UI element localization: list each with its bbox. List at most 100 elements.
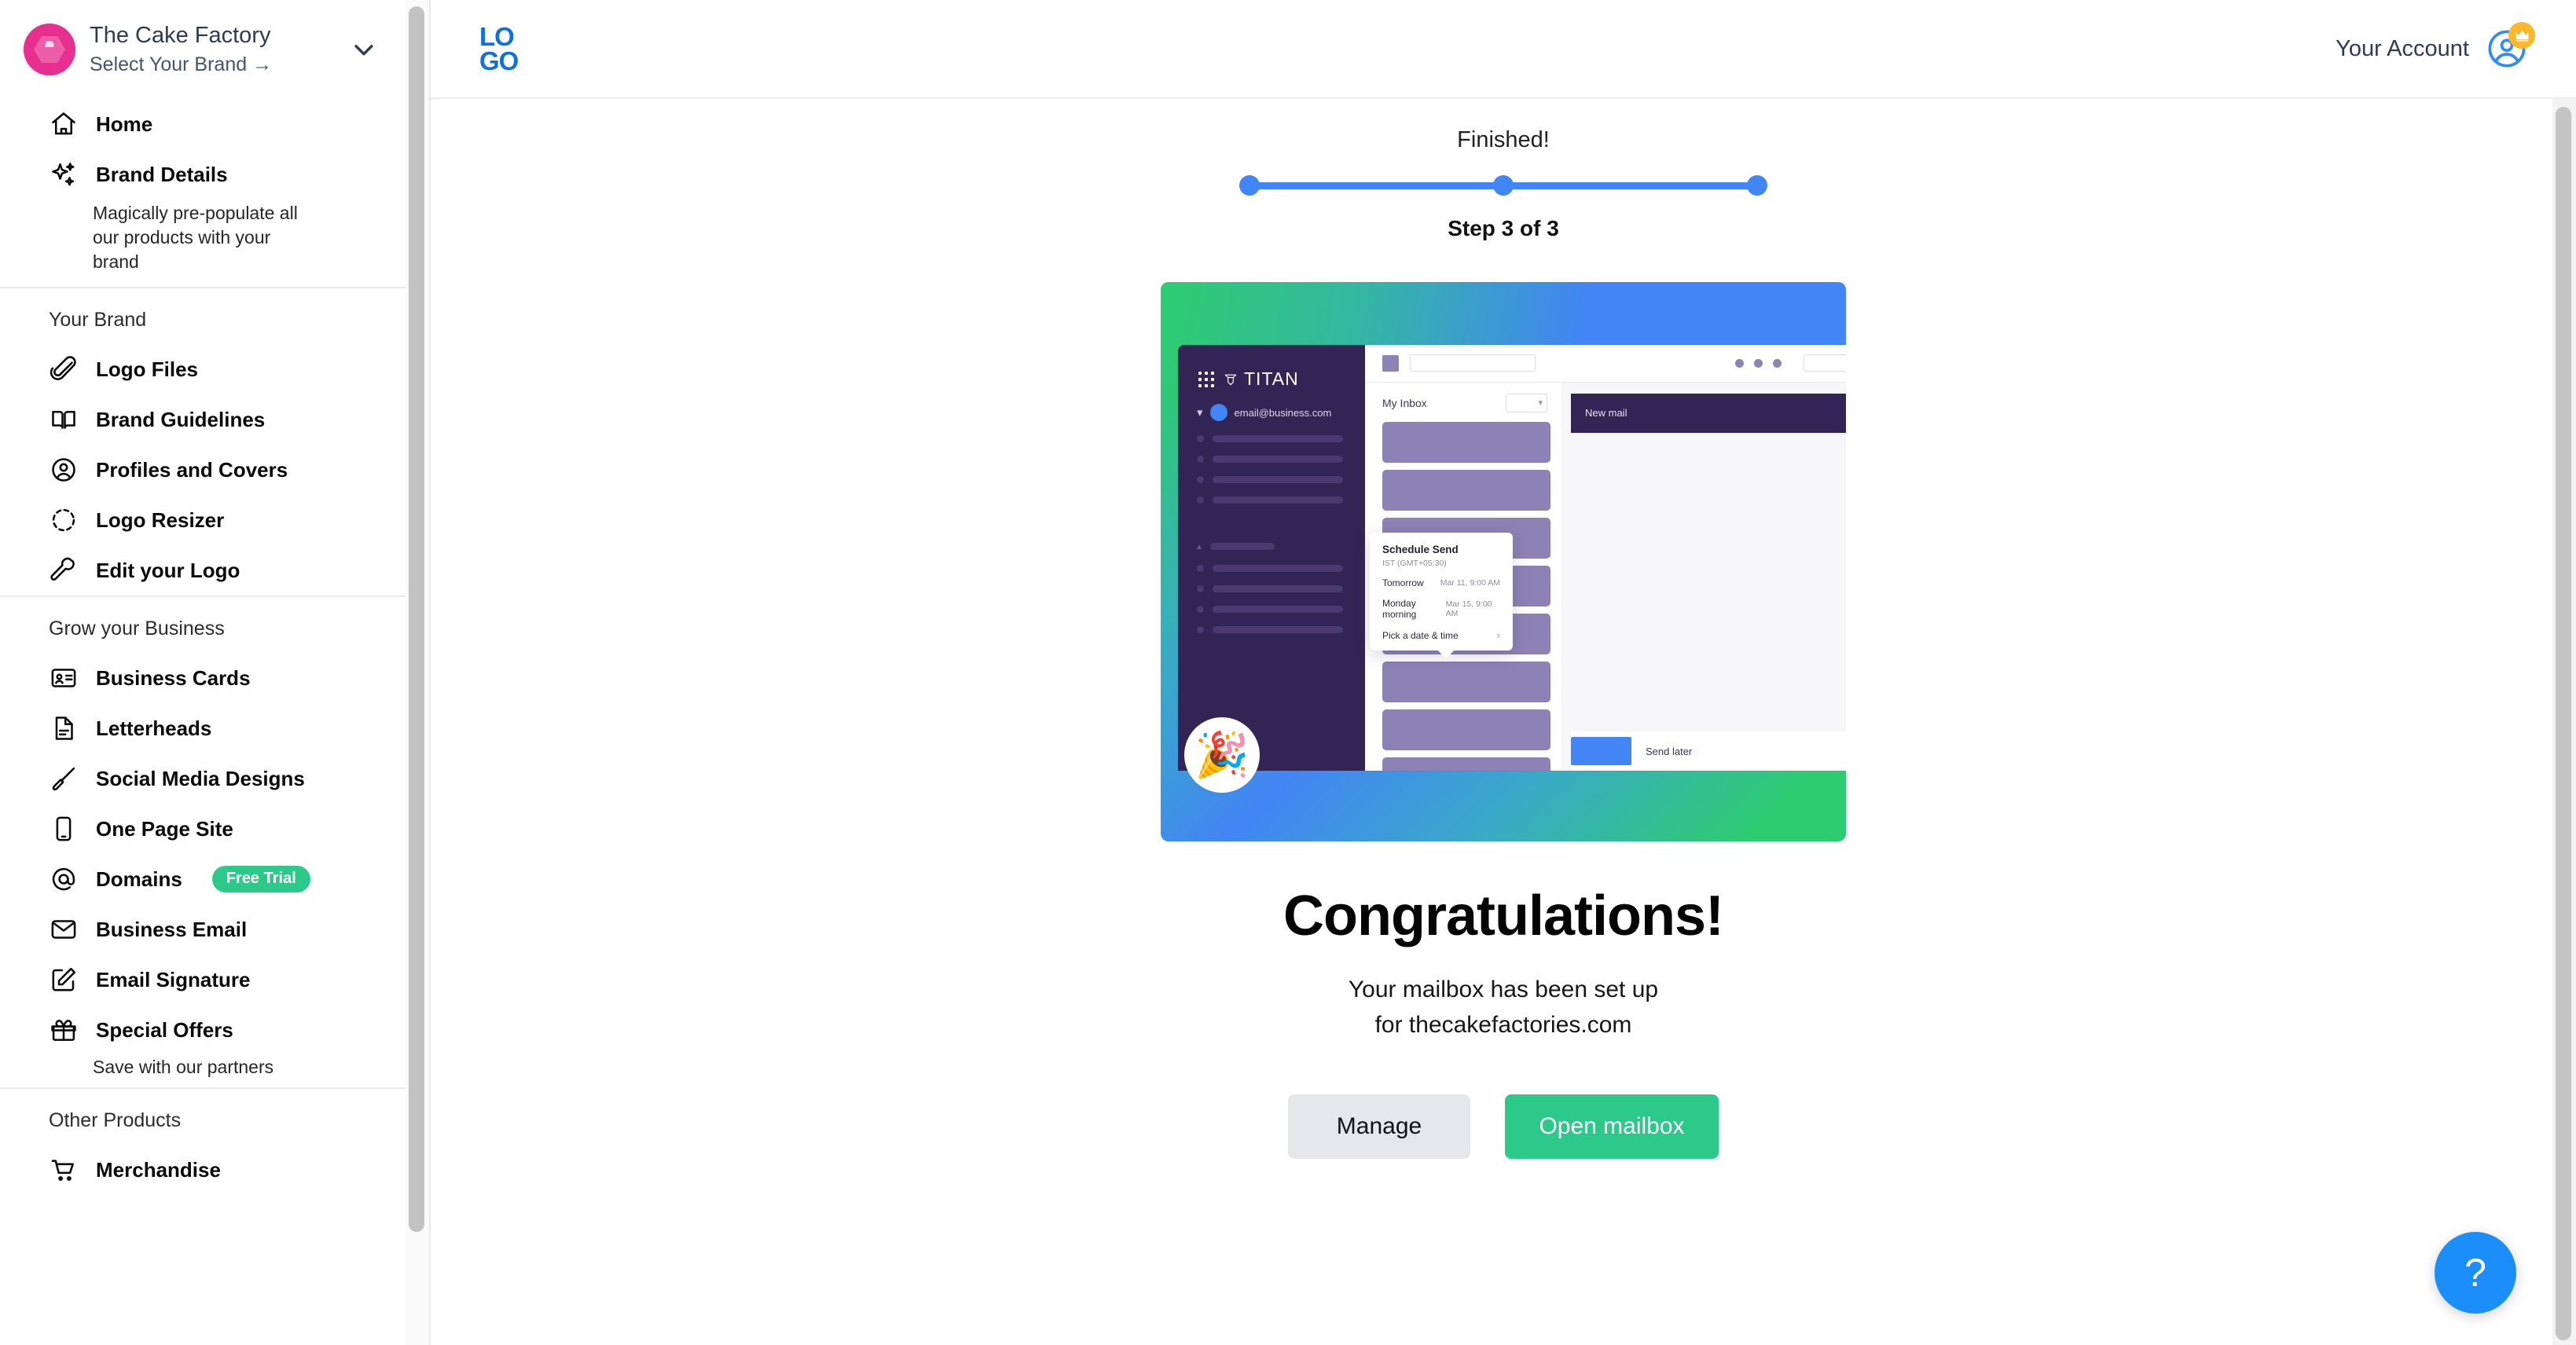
- cake-hexagon-logo-icon: [34, 36, 65, 63]
- tooltip-option-value: Mar 15, 9:00 AM: [1445, 599, 1492, 618]
- brand-switcher[interactable]: The Cake Factory Select Your Brand →: [0, 0, 429, 99]
- sidebar-item-label: One Page Site: [96, 816, 233, 841]
- result-description: Your mailbox has been set up for thecake…: [1349, 972, 1658, 1043]
- list-item: [1382, 757, 1550, 771]
- brand-name: The Cake Factory: [90, 23, 271, 49]
- envelope-icon: [49, 914, 79, 944]
- titan-logo-icon: [1224, 374, 1237, 385]
- your-account-button[interactable]: Your Account: [2336, 22, 2535, 69]
- illustration-account-row: ▾ email@business.com: [1192, 390, 1351, 421]
- paperclip-icon: [49, 354, 79, 384]
- list-item: [1382, 661, 1550, 702]
- result-line-2: for thecakefactories.com: [1374, 1012, 1632, 1038]
- illustration-search-input: [1410, 354, 1536, 372]
- avatar[interactable]: [2486, 22, 2535, 69]
- illustration-square-icon: [1382, 354, 1399, 372]
- list-item: ▴: [1197, 541, 1351, 552]
- sidebar-item-domains[interactable]: Domains Free Trial: [0, 854, 429, 904]
- chevron-right-icon: ›: [1496, 629, 1500, 641]
- sidebar-item-logo-files[interactable]: Logo Files: [0, 344, 429, 394]
- page-scrollbar-thumb[interactable]: [2556, 107, 2571, 1340]
- sidebar-item-label: Social Media Designs: [96, 766, 305, 790]
- status-badge-free-trial: Free Trial: [211, 866, 310, 893]
- step-dot-2[interactable]: [1493, 175, 1514, 196]
- illustration-inbox-label: My Inbox: [1382, 396, 1427, 409]
- step-progress-bar: [1239, 175, 1767, 196]
- step-dot-3[interactable]: [1747, 175, 1767, 196]
- tooltip-option-value: Mar 11, 9:00 AM: [1440, 578, 1500, 588]
- step-dot-1[interactable]: [1239, 175, 1260, 196]
- list-item: [1382, 469, 1550, 511]
- paintbrush-icon: [49, 764, 79, 793]
- logo-wordmark[interactable]: LO GO: [479, 22, 530, 74]
- sidebar-item-business-cards[interactable]: Business Cards: [0, 653, 429, 703]
- list-item: [1197, 435, 1351, 442]
- id-card-icon: [49, 663, 79, 693]
- logo-line-1: LO: [479, 22, 515, 51]
- sidebar-item-label: Domains: [96, 867, 182, 891]
- list-item: [1197, 626, 1351, 633]
- illustration-inbox-header: My Inbox ▾: [1382, 393, 1550, 412]
- section-title-your-brand: Your Brand: [49, 309, 147, 332]
- sidebar-item-label: Merchandise: [96, 1157, 221, 1182]
- chevron-down-icon[interactable]: [343, 28, 385, 71]
- document-icon: [49, 713, 79, 743]
- sidebar-item-letterheads[interactable]: Letterheads: [0, 703, 429, 753]
- sidebar-item-edit-your-logo[interactable]: Edit your Logo: [0, 545, 429, 596]
- sidebar-item-special-offers[interactable]: Special Offers: [0, 1005, 429, 1055]
- sidebar-scrollbar-thumb[interactable]: [409, 6, 424, 1232]
- sidebar-item-email-signature[interactable]: Email Signature: [0, 955, 429, 1005]
- action-buttons: Manage Open mailbox: [1288, 1094, 1719, 1159]
- sidebar-item-social-media-designs[interactable]: Social Media Designs: [0, 753, 429, 804]
- help-button[interactable]: ?: [2435, 1232, 2516, 1314]
- chevron-down-icon: ▾: [1197, 405, 1203, 420]
- list-item: [1197, 585, 1351, 592]
- brand-avatar: [24, 24, 75, 75]
- select-your-brand-link[interactable]: Select Your Brand →: [90, 52, 328, 78]
- pencil-square-icon: [49, 965, 79, 995]
- illustration-send-later-label: Send later: [1646, 745, 1693, 757]
- sidebar-item-home[interactable]: Home: [0, 99, 429, 149]
- sidebar-item-business-email[interactable]: Business Email: [0, 904, 429, 955]
- tooltip-timezone: IST (GMT+05:30): [1382, 559, 1447, 568]
- illustration-avatar: [1209, 404, 1227, 421]
- list-item: [1197, 565, 1351, 572]
- step-counter: Step 3 of 3: [1448, 216, 1559, 240]
- illustration-gradient-top: [1161, 282, 1846, 345]
- illustration-app-sidebar: TITAN ▾ email@business.com ▴: [1178, 345, 1365, 771]
- manage-button[interactable]: Manage: [1288, 1094, 1470, 1159]
- top-header: LO GO Your Account: [431, 0, 2576, 99]
- user-circle-icon: [49, 455, 79, 485]
- list-item: [1197, 606, 1351, 613]
- tooltip-option-label: Tomorrow: [1382, 577, 1424, 588]
- illustration-mail-app: TITAN ▾ email@business.com ▴ My Inbox ▾ …: [1178, 345, 1846, 771]
- main-content: LO GO Your Account Finished! Step 3 of 3…: [431, 0, 2576, 1345]
- illustration-filter-select: ▾: [1506, 393, 1547, 412]
- crown-icon: [2508, 22, 2535, 49]
- sidebar-item-label: Home: [96, 112, 153, 136]
- tooltip-option-label: Monday morning: [1382, 598, 1417, 620]
- sidebar-item-logo-resizer[interactable]: Logo Resizer: [0, 495, 429, 545]
- list-item: [1197, 476, 1351, 483]
- illustration-app-name: TITAN: [1244, 368, 1299, 389]
- tooltip-option-pick-date: Pick a date & time ›: [1382, 629, 1500, 641]
- sidebar-item-label: Business Cards: [96, 665, 251, 690]
- sidebar-item-brand-details[interactable]: Brand Details: [0, 149, 429, 200]
- sidebar-item-label: Business Email: [96, 917, 248, 941]
- tooltip-option-tomorrow: Tomorrow Mar 11, 9:00 AM: [1382, 577, 1500, 588]
- sidebar-scrollbar-track[interactable]: [405, 0, 429, 1345]
- sidebar-item-one-page-site[interactable]: One Page Site: [0, 804, 429, 854]
- open-mailbox-button[interactable]: Open mailbox: [1505, 1094, 1719, 1159]
- sidebar-item-merchandise[interactable]: Merchandise: [0, 1145, 429, 1195]
- sidebar-item-brand-guidelines[interactable]: Brand Guidelines: [0, 394, 429, 445]
- progress-status: Finished!: [1457, 127, 1550, 152]
- illustration-nav-placeholders-2: ▴: [1192, 517, 1351, 633]
- party-popper-icon: 🎉: [1184, 717, 1260, 793]
- illustration-brand-row: TITAN: [1192, 362, 1351, 390]
- app-grid-icon: [1198, 371, 1214, 387]
- sidebar-item-profiles-and-covers[interactable]: Profiles and Covers: [0, 445, 429, 495]
- illustration-new-mail-header: New mail: [1571, 393, 1846, 433]
- brand-details-description: Magically pre-populate all our products …: [93, 203, 298, 273]
- mailbox-illustration: TITAN ▾ email@business.com ▴ My Inbox ▾ …: [1161, 282, 1846, 841]
- sidebar-item-label: Special Offers: [96, 1017, 233, 1042]
